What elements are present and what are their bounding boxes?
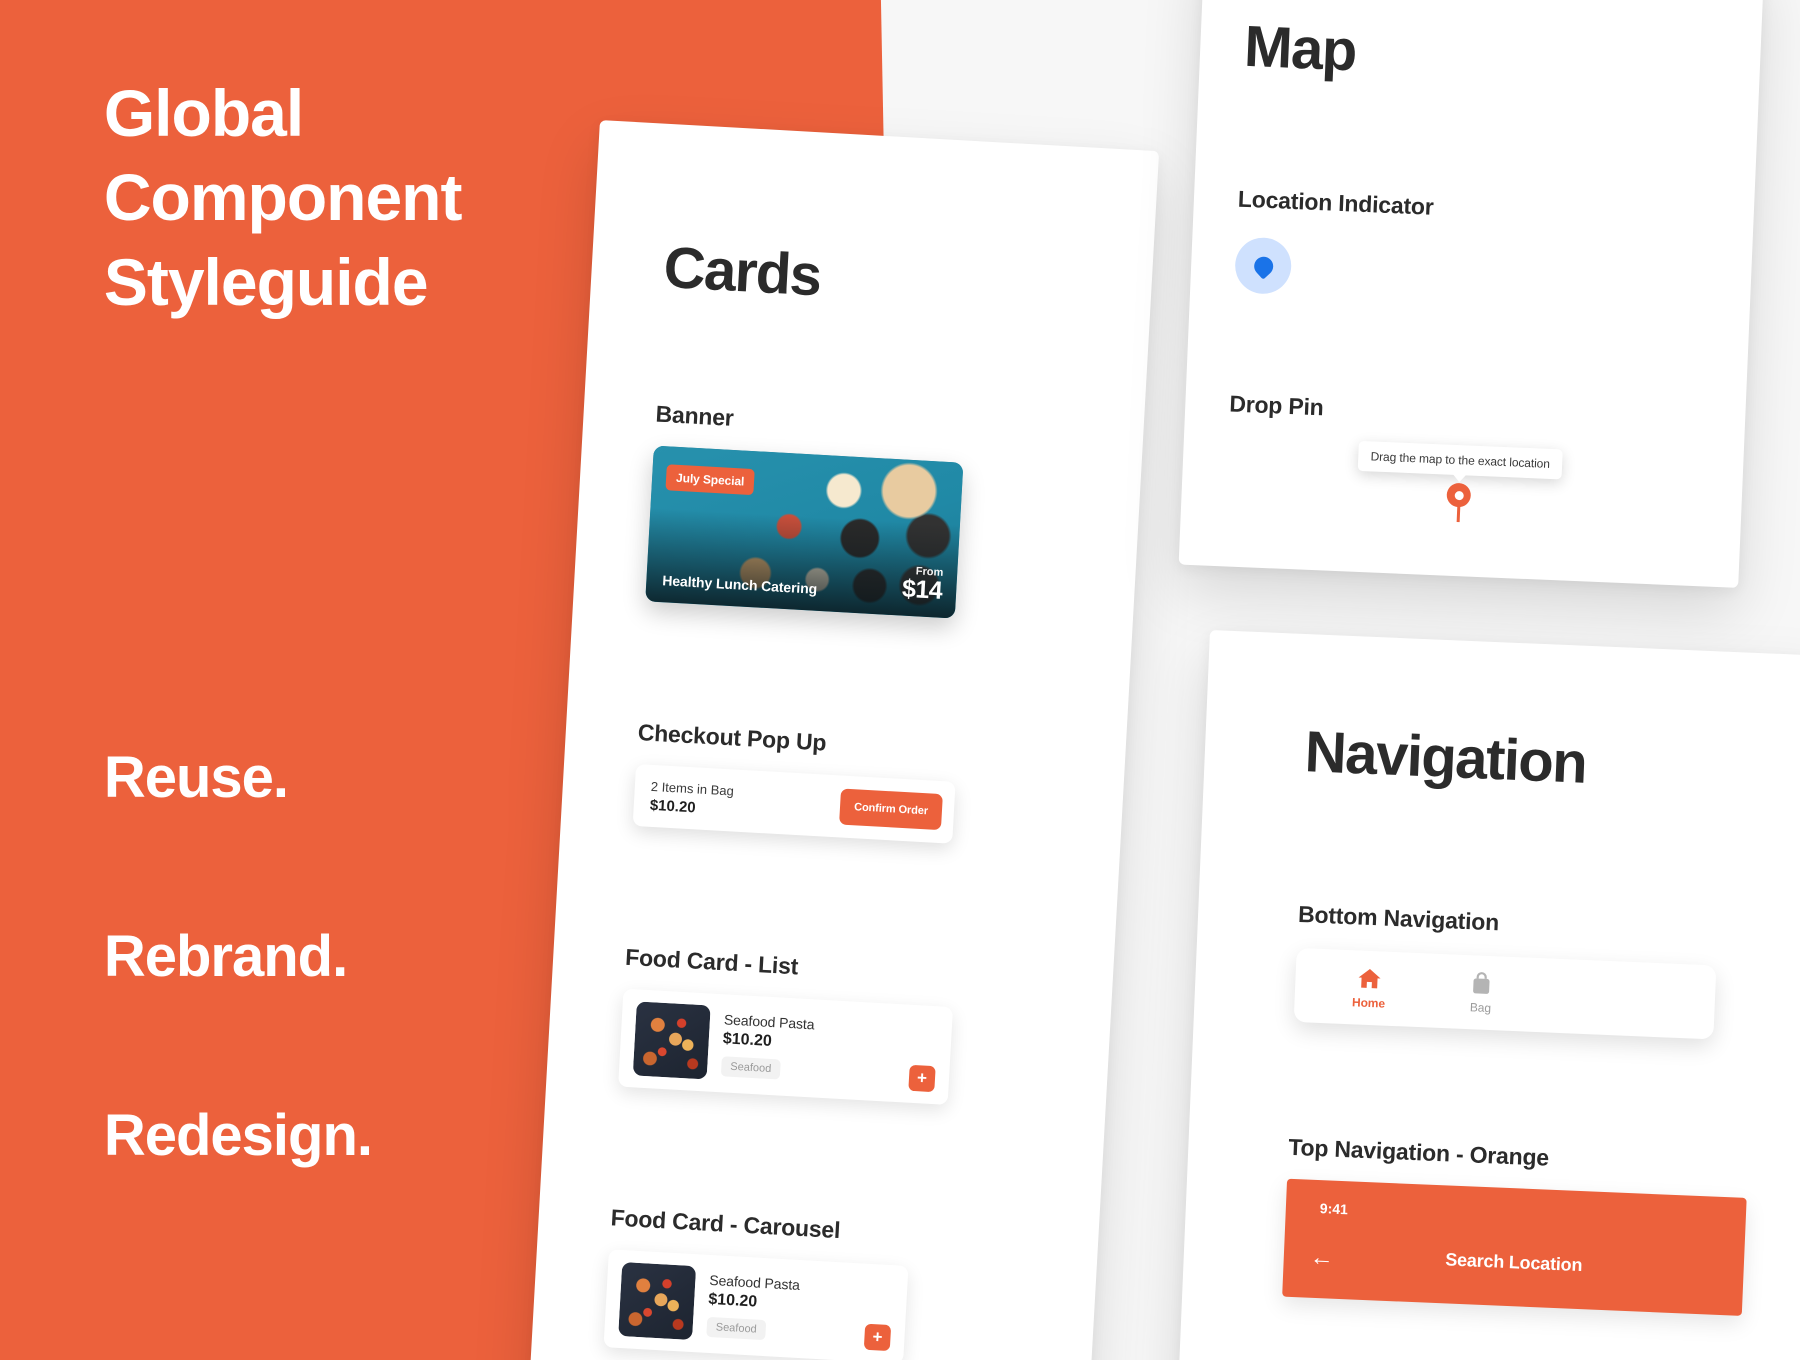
food-card-carousel-section: Food Card - Carousel Seafood Pasta $10.2… xyxy=(603,1204,1035,1360)
map-sheet-title: Map xyxy=(1243,13,1358,84)
checkout-popup-card: 2 Items in Bag $10.20 Confirm Order xyxy=(632,764,956,844)
top-navigation-title: Search Location xyxy=(1444,1249,1583,1276)
checkout-section: Checkout Pop Up 2 Items in Bag $10.20 Co… xyxy=(632,719,1062,850)
status-bar-time: 9:41 xyxy=(1319,1200,1349,1218)
cards-sheet-title: Cards xyxy=(662,234,823,309)
bottom-navigation-section: Bottom Navigation Home Bag xyxy=(1293,900,1779,1042)
banner-price-block: From $14 xyxy=(901,565,943,604)
food-card-list-item[interactable]: Seafood Pasta $10.20 Seafood + xyxy=(618,988,954,1105)
styleguide-canvas: Global Component Styleguide Reuse. Rebra… xyxy=(0,0,1800,1360)
pin-hole xyxy=(1454,490,1464,500)
banner-card[interactable]: July Special Healthy Lunch Catering From… xyxy=(645,445,964,619)
checkout-section-label: Checkout Pop Up xyxy=(637,719,827,756)
food-card-carousel-label: Food Card - Carousel xyxy=(610,1204,841,1244)
nav-item-bag-label: Bag xyxy=(1469,999,1492,1015)
location-halo xyxy=(1234,236,1293,295)
drop-pin-section: Drop Pin Drag the map to the exact locat… xyxy=(1225,390,1696,530)
food-price: $10.20 xyxy=(707,1290,758,1311)
nav-item-home[interactable]: Home xyxy=(1312,964,1426,1012)
food-category-tag: Seafood xyxy=(720,1055,781,1080)
food-card-list-section: Food Card - List Seafood Pasta $10.20 Se… xyxy=(618,944,1049,1110)
confirm-order-button[interactable]: Confirm Order xyxy=(839,788,943,831)
navigation-sheet: Navigation Bottom Navigation Home Bag To… xyxy=(1177,630,1800,1360)
bottom-navigation-bar: Home Bag xyxy=(1293,947,1717,1040)
banner-price-prefix: From xyxy=(915,565,944,579)
location-indicator-graphic xyxy=(1234,236,1702,312)
food-category-tag: Seafood xyxy=(706,1316,767,1340)
top-navigation-section: Top Navigation - Orange 9:41 ← Search Lo… xyxy=(1282,1134,1768,1317)
navigation-sheet-title: Navigation xyxy=(1303,719,1588,796)
pin-head xyxy=(1446,482,1472,508)
food-card-list-label: Food Card - List xyxy=(624,943,799,980)
banner-section: Banner July Special Healthy Lunch Cateri… xyxy=(645,401,1080,625)
food-details: Seafood Pasta $10.20 Seafood xyxy=(706,1271,853,1344)
banner-price-value: $14 xyxy=(901,574,944,605)
bag-icon xyxy=(1425,969,1538,998)
top-navigation-label: Top Navigation - Orange xyxy=(1287,1133,1550,1171)
location-indicator-section: Location Indicator xyxy=(1234,186,1704,312)
location-indicator-label: Location Indicator xyxy=(1237,185,1435,220)
bottom-navigation-label: Bottom Navigation xyxy=(1297,900,1500,936)
nav-item-bag[interactable]: Bag xyxy=(1424,969,1538,1017)
location-dot-icon xyxy=(1249,252,1277,280)
checkout-summary: 2 Items in Bag $10.20 xyxy=(649,776,734,820)
banner-promo-badge: July Special xyxy=(665,464,755,496)
food-thumbnail xyxy=(632,1001,711,1080)
add-to-bag-button[interactable]: + xyxy=(908,1064,936,1093)
food-thumbnail xyxy=(618,1262,697,1341)
food-card-carousel-item[interactable]: Seafood Pasta $10.20 Seafood + xyxy=(603,1249,909,1360)
top-navigation-bar: 9:41 ← Search Location xyxy=(1282,1178,1747,1316)
pin-stem xyxy=(1456,505,1460,523)
banner-section-label: Banner xyxy=(654,400,735,431)
add-to-bag-button[interactable]: + xyxy=(863,1323,892,1352)
home-icon xyxy=(1313,964,1426,993)
nav-item-home-label: Home xyxy=(1351,994,1386,1011)
food-details: Seafood Pasta $10.20 Seafood xyxy=(720,1011,898,1086)
map-sheet: Map Location Indicator Drop Pin Drag the… xyxy=(1178,0,1765,588)
cards-sheet: Cards Banner July Special Healthy Lunch … xyxy=(525,120,1160,1360)
